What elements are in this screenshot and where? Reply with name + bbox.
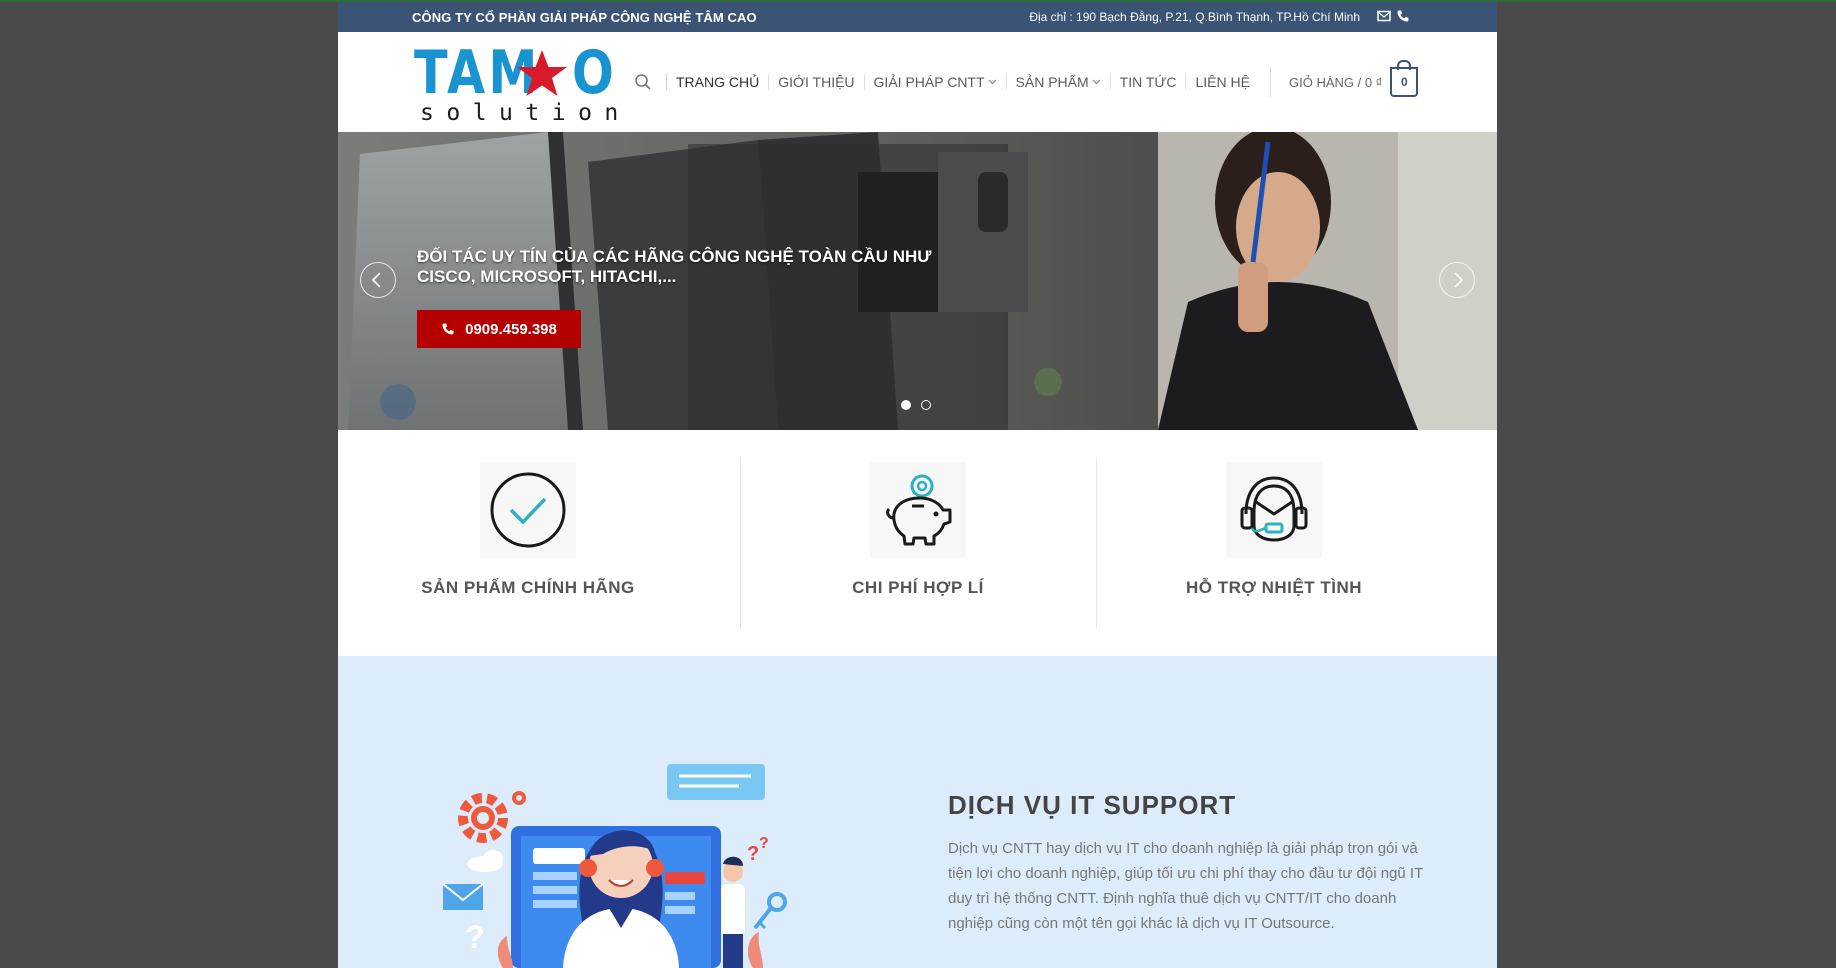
nav-item-products[interactable]: SẢN PHẨM [1005, 74, 1110, 90]
svg-text:?: ? [759, 835, 769, 852]
company-address: Địa chỉ : 190 Bạch Đằng, P.21, Q.Bình Th… [1029, 10, 1360, 24]
slider-dots [901, 400, 931, 410]
nav-item-label: LIÊN HỆ [1195, 74, 1250, 90]
cart-label[interactable]: GIỎ HÀNG / 0 ₫ [1289, 75, 1382, 90]
cart-widget[interactable]: GIỎ HÀNG / 0 ₫ 0 [1270, 32, 1419, 132]
nav-item-home[interactable]: TRANG CHỦ [666, 74, 768, 90]
slider-dot-2[interactable] [921, 400, 931, 410]
nav-item-label: TRANG CHỦ [676, 74, 760, 90]
nav-item-news[interactable]: TIN TỨC [1109, 74, 1186, 90]
svg-text:?: ? [747, 843, 759, 865]
logo-text-o: O [572, 38, 614, 108]
mail-icon[interactable] [1377, 9, 1391, 23]
cart-divider [1270, 67, 1271, 97]
call-button[interactable]: 0909.459.398 [417, 310, 581, 348]
piggy-bank-icon [870, 462, 966, 558]
feature-reasonable-cost: CHI PHÍ HỢP LÍ [740, 430, 1096, 656]
features-section: SẢN PHẨM CHÍNH HÃNG CHI PHÍ HỢP LÍ HỖ TR… [338, 430, 1497, 656]
feature-title: HỖ TRỢ NHIỆT TÌNH [1186, 578, 1362, 597]
chevron-right-icon [1454, 272, 1464, 288]
feature-dedicated-support: HỖ TRỢ NHIỆT TÌNH [1096, 430, 1452, 656]
chevron-down-icon [1092, 79, 1101, 85]
slider-prev-button[interactable] [360, 262, 396, 298]
nav-item-about[interactable]: GIỚI THIỆU [768, 74, 863, 90]
phone-icon[interactable] [1396, 9, 1410, 23]
it-support-section: ? ? ? DỊCH VỤ IT SUPPORT Dịch vụ CNTT ha… [338, 656, 1497, 968]
site-header: TAM O solution TRANG CHỦ GIỚI THIỆU GIẢI… [338, 32, 1497, 132]
nav-item-label: GIẢI PHÁP CNTT [873, 74, 985, 90]
logo-text-solution: solution [420, 100, 631, 126]
chevron-down-icon [988, 79, 996, 85]
nav-item-contact[interactable]: LIÊN HỆ [1185, 74, 1258, 90]
logo-star-icon [517, 50, 567, 96]
it-support-illustration: ? ? ? [442, 764, 787, 968]
hero-slider: ĐỐI TÁC UY TÍN CỦA CÁC HÃNG CÔNG NGHỆ TO… [338, 132, 1497, 430]
feature-title: CHI PHÍ HỢP LÍ [852, 578, 984, 597]
svg-text:?: ? [465, 919, 485, 955]
top-bar: CÔNG TY CỔ PHẦN GIẢI PHÁP CÔNG NGHỆ TÂM … [338, 2, 1497, 32]
phone-icon [442, 323, 454, 335]
hero-headline: ĐỐI TÁC UY TÍN CỦA CÁC HÃNG CÔNG NGHỆ TO… [417, 247, 932, 286]
company-name: CÔNG TY CỔ PHẦN GIẢI PHÁP CÔNG NGHỆ TÂM … [412, 10, 757, 25]
slider-next-button[interactable] [1439, 262, 1475, 298]
nav-item-label: GIỚI THIỆU [778, 74, 855, 90]
check-circle-icon [480, 462, 576, 558]
cart-count: 0 [1401, 75, 1408, 89]
chevron-left-icon [371, 272, 381, 288]
cart-icon[interactable]: 0 [1390, 60, 1419, 97]
call-button-label: 0909.459.398 [465, 320, 557, 338]
feature-title: SẢN PHẨM CHÍNH HÃNG [421, 578, 635, 597]
slider-dot-1[interactable] [901, 400, 911, 410]
site-logo[interactable]: TAM O solution [414, 42, 618, 126]
nav-item-label: SẢN PHẨM [1015, 74, 1089, 90]
page: CÔNG TY CỔ PHẦN GIẢI PHÁP CÔNG NGHỆ TÂM … [338, 2, 1497, 968]
main-nav: TRANG CHỦ GIỚI THIỆU GIẢI PHÁP CNTT SẢN … [635, 32, 1259, 132]
section-title: DỊCH VỤ IT SUPPORT [948, 790, 1237, 820]
nav-item-label: TIN TỨC [1119, 74, 1177, 90]
headset-support-icon [1226, 462, 1322, 558]
feature-genuine-products: SẢN PHẨM CHÍNH HÃNG [350, 430, 706, 656]
nav-item-it-solutions[interactable]: GIẢI PHÁP CNTT [863, 74, 1006, 90]
section-description: Dịch vụ CNTT hay dịch vụ IT cho doanh ng… [948, 840, 1423, 932]
search-icon[interactable] [634, 73, 652, 91]
